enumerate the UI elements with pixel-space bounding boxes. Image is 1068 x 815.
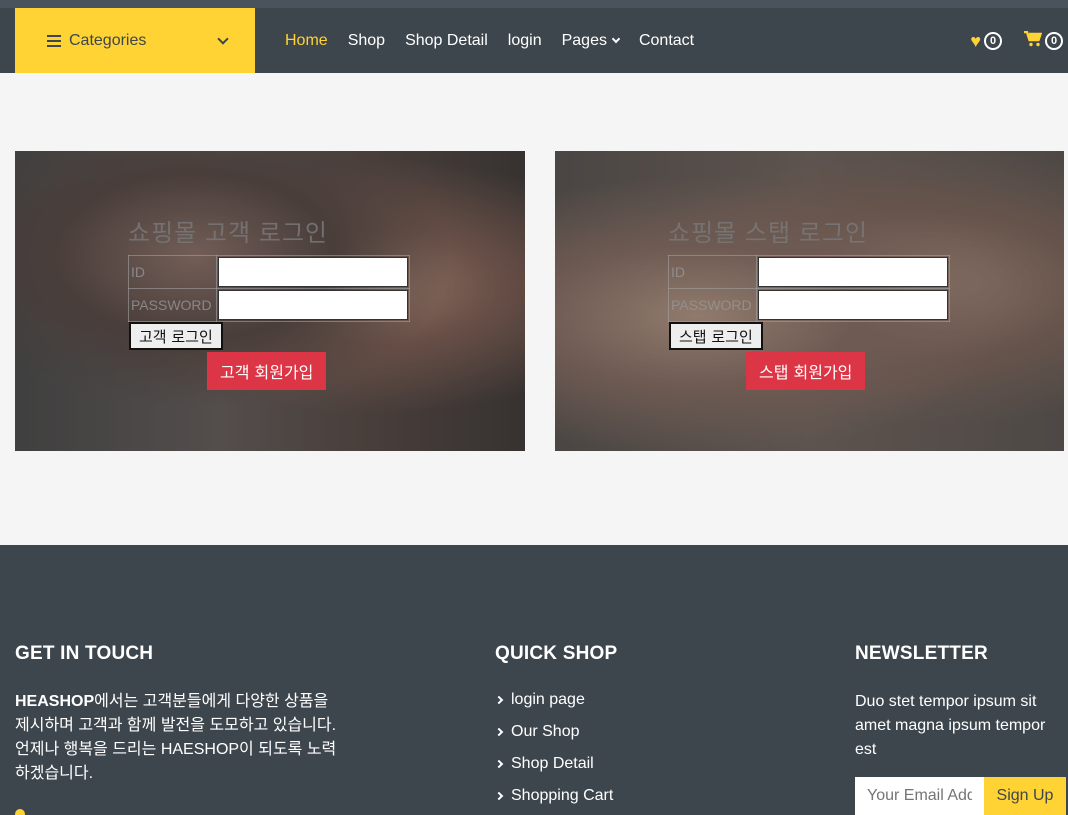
- nav-home[interactable]: Home: [285, 32, 328, 50]
- customer-login-form: ID PASSWORD: [128, 255, 410, 322]
- quick-link-our-shop[interactable]: Our Shop: [494, 716, 745, 748]
- staff-id-input[interactable]: [758, 257, 948, 287]
- footer: GET IN TOUCH HEASHOP에서는 고객분들에게 다양한 상품을 제…: [0, 545, 1068, 815]
- newsletter-email-input[interactable]: [855, 777, 984, 815]
- customer-password-input[interactable]: [218, 290, 408, 320]
- brand-name: HEASHOP: [15, 693, 95, 710]
- cart-count-badge: 0: [1045, 31, 1063, 50]
- get-in-touch-heading: GET IN TOUCH: [15, 643, 154, 664]
- password-label: PASSWORD: [128, 288, 217, 322]
- quick-shop-list: login page Our Shop Shop Detail Shopping…: [494, 684, 745, 812]
- quick-link-shopping-cart[interactable]: Shopping Cart: [494, 780, 745, 812]
- newsletter-column: NEWSLETTER Duo stet tempor ipsum sit ame…: [855, 643, 1065, 762]
- chevron-right-icon: [494, 759, 504, 769]
- wishlist-count-badge: 0: [984, 31, 1002, 50]
- newsletter-signup-button[interactable]: Sign Up: [984, 777, 1066, 815]
- chevron-down-icon: [217, 32, 229, 45]
- nav-pages-label: Pages: [561, 31, 607, 49]
- categories-label: Categories: [69, 31, 147, 49]
- chevron-down-icon: [611, 34, 621, 43]
- nav-contact[interactable]: Contact: [639, 32, 694, 50]
- customer-login-button[interactable]: 고객 로그인: [129, 322, 223, 350]
- customer-id-input[interactable]: [218, 257, 408, 287]
- staff-login-title: 쇼핑몰 스탭 로그인: [668, 220, 868, 247]
- nav-links: Home Shop Shop Detail login Pages Contac…: [285, 8, 714, 73]
- customer-login-panel: 쇼핑몰 고객 로그인 ID PASSWORD 고객 로그인 고객 회원가입: [15, 151, 525, 451]
- nav-pages[interactable]: Pages: [561, 31, 621, 50]
- chevron-right-icon: [494, 727, 504, 737]
- customer-signup-button[interactable]: 고객 회원가입: [207, 352, 327, 390]
- nav-shop[interactable]: Shop: [348, 32, 385, 50]
- wishlist-link[interactable]: ♥ 0: [970, 30, 1002, 51]
- cart-icon: [1024, 30, 1043, 50]
- quick-shop-heading: QUICK SHOP: [495, 643, 618, 664]
- staff-password-input[interactable]: [758, 290, 948, 320]
- newsletter-heading: NEWSLETTER: [855, 643, 988, 664]
- quick-link-login-page[interactable]: login page: [494, 684, 745, 716]
- nav-login[interactable]: login: [508, 32, 542, 50]
- quick-shop-column: QUICK SHOP login page Our Shop Shop Deta…: [494, 643, 745, 815]
- staff-login-form: ID PASSWORD: [668, 255, 950, 322]
- newsletter-text: Duo stet tempor ipsum sit amet magna ips…: [855, 693, 1046, 758]
- menu-bars-icon: [47, 34, 61, 47]
- nav-shop-detail[interactable]: Shop Detail: [405, 32, 488, 50]
- staff-signup-button[interactable]: 스탭 회원가입: [746, 352, 866, 390]
- get-in-touch-column: GET IN TOUCH HEASHOP에서는 고객분들에게 다양한 상품을 제…: [15, 643, 345, 786]
- navbar: Categories Home Shop Shop Detail login P…: [0, 8, 1068, 73]
- chevron-right-icon: [494, 791, 504, 801]
- password-label: PASSWORD: [668, 288, 757, 322]
- heart-icon: ♥: [970, 30, 981, 51]
- categories-button[interactable]: Categories: [15, 8, 255, 73]
- top-border: [0, 0, 1068, 8]
- id-label: ID: [668, 255, 757, 289]
- location-icon: [15, 809, 25, 815]
- chevron-right-icon: [494, 695, 504, 705]
- cart-link[interactable]: 0: [1024, 30, 1063, 50]
- staff-login-panel: 쇼핑몰 스탭 로그인 ID PASSWORD 스탭 로그인 스탭 회원가입: [555, 151, 1064, 451]
- customer-login-title: 쇼핑몰 고객 로그인: [128, 220, 328, 247]
- id-label: ID: [128, 255, 217, 289]
- get-in-touch-text: HEASHOP에서는 고객분들에게 다양한 상품을 제시하며 고객과 함께 발전…: [15, 690, 345, 786]
- nav-icons: ♥ 0 0: [948, 8, 1063, 73]
- newsletter-form: Sign Up: [855, 777, 1066, 815]
- quick-link-shop-detail[interactable]: Shop Detail: [494, 748, 745, 780]
- staff-login-button[interactable]: 스탭 로그인: [669, 322, 763, 350]
